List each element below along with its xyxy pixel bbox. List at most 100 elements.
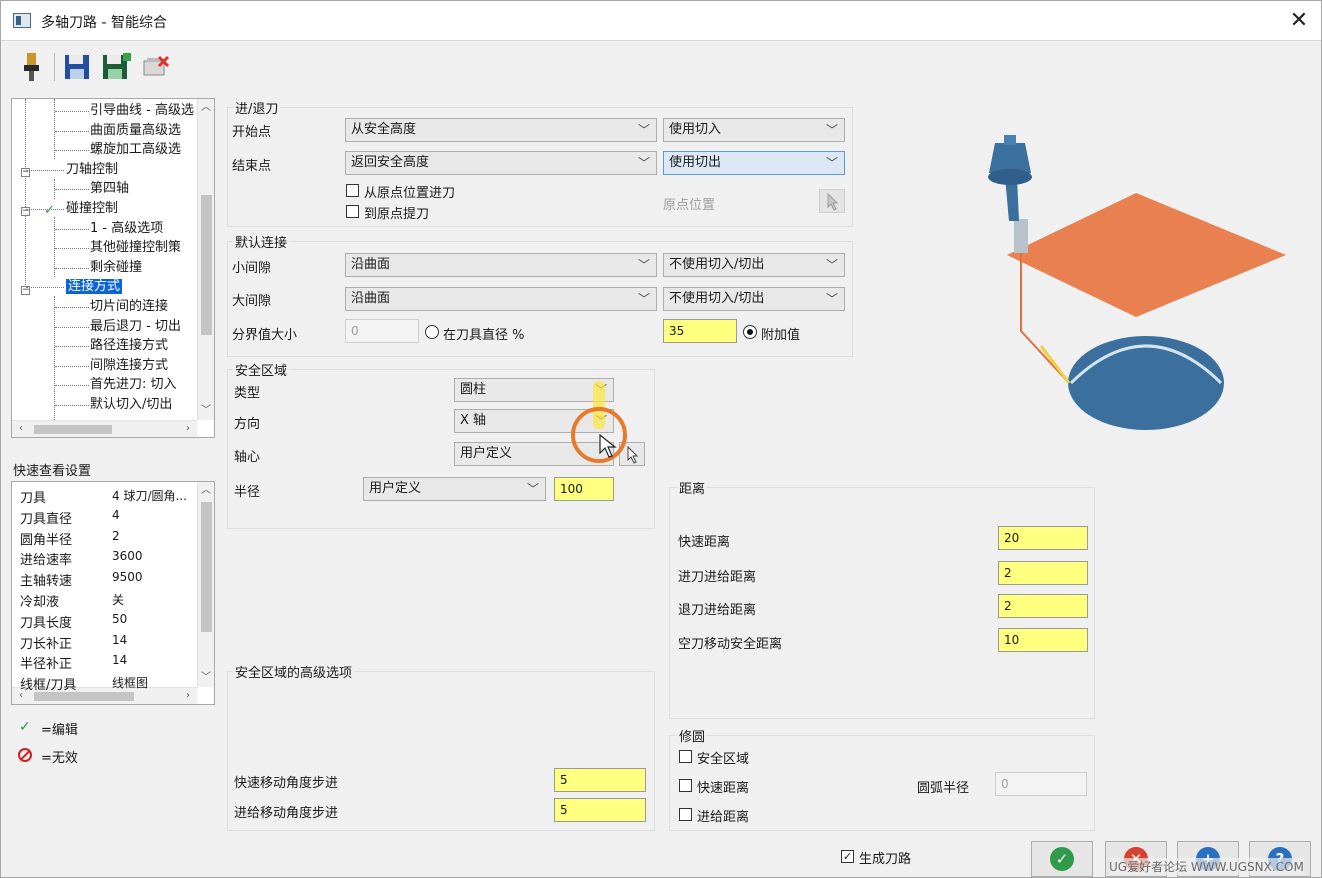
end-point-select[interactable]: 返回安全高度 ﹀ xyxy=(345,151,657,175)
start-point-select[interactable]: 从安全高度 ﹀ xyxy=(345,118,657,142)
tree-item-label: 默认切入/切出 xyxy=(90,397,173,412)
ok-button[interactable]: ✓ xyxy=(1031,841,1093,877)
tree-item[interactable]: 曲面质量高级选 xyxy=(90,122,181,140)
tree-item[interactable]: 1 - 高级选项 xyxy=(90,220,163,238)
small-gap-select[interactable]: 沿曲面 ﹀ xyxy=(345,253,657,277)
quick-view-vertical-scrollbar[interactable]: ︿ ﹀ xyxy=(197,482,214,687)
toolbar-separator xyxy=(54,53,55,81)
chevron-down-icon: ﹀ xyxy=(637,123,650,137)
quick-view-value: 50 xyxy=(112,611,128,626)
distance-label: 空刀移动安全距离 xyxy=(678,637,783,652)
tree-item[interactable]: 连接方式 xyxy=(66,278,123,296)
tree-connector xyxy=(55,307,89,308)
axis-label: 轴心 xyxy=(234,450,261,465)
chevron-down-icon: ﹀ xyxy=(637,156,650,170)
pct-radio[interactable] xyxy=(425,325,439,339)
rapid-step-input[interactable]: 5 xyxy=(554,768,646,792)
tree-item[interactable]: 路径连接方式 xyxy=(90,337,168,355)
default-link-title: 默认连接 xyxy=(233,232,290,251)
to-origin-checkbox[interactable] xyxy=(346,205,359,218)
large-gap-select[interactable]: 沿曲面 ﹀ xyxy=(345,287,657,311)
small-gap-label: 小间隙 xyxy=(232,261,272,276)
threshold-input[interactable]: 0 xyxy=(345,319,419,343)
tree-connector xyxy=(55,130,89,132)
tree-item[interactable]: 第四轴 xyxy=(90,180,129,198)
generate-toolpath-checkbox[interactable]: ✓ xyxy=(841,850,854,863)
cursor-icon xyxy=(827,192,839,211)
fillet-safe-zone-checkbox[interactable] xyxy=(679,750,692,763)
tree-item[interactable]: 默认切入/切出 xyxy=(90,396,172,414)
tree-item[interactable]: 间隙连接方式 xyxy=(90,357,168,375)
chevron-down-icon: ﹀ xyxy=(825,258,838,272)
watermark-text: UG爱好者论坛 WWW.UGSNX.COM xyxy=(1109,858,1304,875)
rapid-step-label: 快速移动角度步进 xyxy=(234,776,339,791)
tree-item-label: 第四轴 xyxy=(90,181,130,197)
quick-view-key: 圆角半径 xyxy=(20,532,73,548)
close-button[interactable]: ✕ xyxy=(1285,7,1313,35)
distance-input[interactable]: 10 xyxy=(998,628,1088,652)
tree-item-label: 首先进刀: 切入 xyxy=(90,377,177,393)
arc-radius-label: 圆弧半径 xyxy=(917,781,970,796)
from-origin-checkbox[interactable] xyxy=(346,184,359,197)
entry-exit-title: 进/退刀 xyxy=(233,98,281,117)
tree-connector xyxy=(55,248,89,250)
tree-item[interactable]: 螺旋加工高级选 xyxy=(90,141,181,159)
tree-item[interactable]: 剩余碰撞 xyxy=(90,259,142,277)
quick-view-key: 刀具直径 xyxy=(20,511,73,527)
legend-invalid: =无效 xyxy=(41,751,78,766)
quick-view-list[interactable]: ︿ ﹀ ‹ › 刀具 4 球刀/圆角... 刀具直径 4 圆角半径 2 进给速率 3600 主轴… xyxy=(11,481,215,705)
large-gap-mode-select[interactable]: 不使用切入/切出 ﹀ xyxy=(663,287,845,311)
navigation-tree[interactable]: − − − ✓ ︿ ﹀ ‹ › 引导曲线 - 高级选 曲面质量高级选 螺旋加工高级选… xyxy=(11,98,215,438)
radius-input[interactable]: 100 xyxy=(554,477,614,501)
start-mode-select[interactable]: 使用切入 ﹀ xyxy=(663,118,845,142)
safe-adv-title: 安全区域的高级选项 xyxy=(233,662,355,681)
invalid-icon xyxy=(18,748,32,762)
edit-check-icon: ✓ xyxy=(19,719,31,735)
tree-item[interactable]: 首先进刀: 切入 xyxy=(90,376,177,394)
tree-connector xyxy=(55,385,89,387)
distance-label: 退刀进给距离 xyxy=(678,603,757,618)
tree-connector xyxy=(55,189,89,191)
tree-item[interactable]: 其他碰撞控制策 xyxy=(90,239,181,257)
distance-input[interactable]: 20 xyxy=(998,526,1088,550)
add-value-input[interactable]: 35 xyxy=(663,319,737,343)
type-select[interactable]: 圆柱﹀ xyxy=(454,378,614,402)
tree-item[interactable]: 碰撞控制 xyxy=(66,200,118,218)
save-as-button[interactable] xyxy=(101,51,131,85)
fillet-feed-checkbox[interactable] xyxy=(679,808,692,821)
chevron-down-icon: ﹀ xyxy=(637,292,650,306)
tree-vertical-scrollbar[interactable]: ︿ ﹀ xyxy=(197,99,214,420)
distance-input[interactable]: 2 xyxy=(998,594,1088,618)
fillet-rapid-checkbox[interactable] xyxy=(679,779,692,792)
remove-button[interactable] xyxy=(141,51,171,85)
small-gap-mode-select[interactable]: 不使用切入/切出 ﹀ xyxy=(663,253,845,277)
save-button[interactable] xyxy=(63,51,93,85)
safe-zone-title: 安全区域 xyxy=(233,360,290,379)
tree-item-label: 最后退刀 - 切出 xyxy=(90,318,181,334)
distance-label: 进刀进给距离 xyxy=(678,570,757,585)
radius-mode-select[interactable]: 用户定义 ﹀ xyxy=(363,477,546,501)
tree-item-label: 螺旋加工高级选 xyxy=(90,142,182,158)
quick-view-key: 半径补正 xyxy=(20,657,73,673)
origin-pick-button[interactable] xyxy=(819,189,845,213)
title-bar: 多轴刀路 - 智能综合 ✕ xyxy=(1,1,1321,41)
quick-view-value: 3600 xyxy=(112,549,143,564)
large-gap-label: 大间隙 xyxy=(232,294,272,309)
tree-item[interactable]: 最后退刀 - 切出 xyxy=(90,318,181,336)
quick-view-value: 2 xyxy=(112,528,120,543)
tree-item-label: 其他碰撞控制策 xyxy=(90,240,182,256)
end-mode-select[interactable]: 使用切出 ﹀ xyxy=(663,151,845,175)
tree-connector xyxy=(55,150,89,152)
feed-step-input[interactable]: 5 xyxy=(554,798,646,822)
tree-item[interactable]: 切片间的连接 xyxy=(90,298,168,316)
tree-item[interactable]: 刀轴控制 xyxy=(66,161,118,179)
tree-horizontal-scrollbar[interactable]: ‹ › xyxy=(12,420,197,437)
tree-item-label: 剩余碰撞 xyxy=(90,259,143,275)
quick-view-value: 4 球刀/圆角... xyxy=(112,489,187,503)
tree-item[interactable]: 引导曲线 - 高级选 xyxy=(90,102,194,120)
tool-button[interactable] xyxy=(19,51,49,85)
arc-radius-input[interactable]: 0 xyxy=(995,772,1087,796)
edited-check-icon: ✓ xyxy=(44,203,55,218)
distance-input[interactable]: 2 xyxy=(998,561,1088,585)
add-value-radio[interactable] xyxy=(743,325,757,339)
